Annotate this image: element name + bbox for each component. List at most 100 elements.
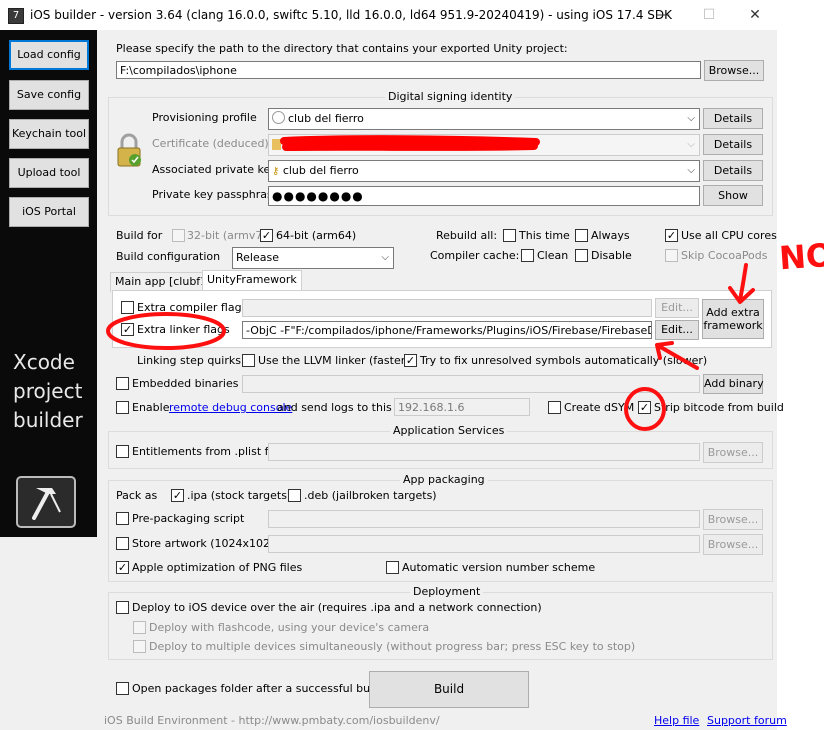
arch32-label: 32-bit (armv7): [187, 229, 267, 242]
certificate-label: Certificate (deduced): [152, 137, 269, 150]
signing-title: Digital signing identity: [385, 90, 516, 104]
brand-text: Xcode project builder: [13, 348, 83, 435]
project-path-input[interactable]: F:\compilados\iphone: [116, 61, 701, 79]
build-for-label: Build for: [116, 229, 163, 242]
debug-ip-input[interactable]: 192.168.1.6: [394, 398, 530, 416]
private-key-label: Associated private key: [152, 163, 277, 176]
entitlements-browse-button[interactable]: Browse...: [703, 442, 763, 463]
provisioning-label: Provisioning profile: [152, 111, 257, 124]
png-optimization-checkbox[interactable]: ✓: [116, 561, 129, 574]
entitlements-input[interactable]: [268, 443, 700, 461]
tab-main-app[interactable]: Main app [clubf1]: [110, 272, 217, 292]
save-config-button[interactable]: Save config: [9, 80, 89, 110]
build-configuration-value: Release: [236, 251, 279, 264]
skip-cocoapods-checkbox[interactable]: [665, 249, 678, 262]
certificate-select[interactable]: ⌵: [268, 134, 700, 156]
private-key-select[interactable]: ⚷ club del fierro ⌵: [268, 160, 700, 182]
auto-version-checkbox[interactable]: [386, 561, 399, 574]
remote-debug-console-link[interactable]: remote debug console: [169, 401, 292, 414]
chevron-down-icon: ⌵: [687, 139, 695, 150]
certificate-icon: [272, 139, 281, 150]
compiler-flags-edit-button[interactable]: Edit...: [655, 298, 699, 318]
extra-compiler-flags-label: Extra compiler flags: [137, 301, 248, 314]
passphrase-input[interactable]: ●●●●●●●●: [268, 186, 700, 206]
llvm-linker-checkbox[interactable]: [242, 354, 255, 367]
deb-checkbox[interactable]: [288, 489, 301, 502]
clean-checkbox[interactable]: [521, 249, 534, 262]
always-checkbox[interactable]: [575, 229, 588, 242]
extra-compiler-flags-input[interactable]: [242, 299, 652, 317]
support-forum-link[interactable]: Support forum: [707, 714, 787, 727]
embedded-binaries-input[interactable]: [242, 375, 700, 393]
entitlements-checkbox[interactable]: [116, 445, 129, 458]
extra-linker-flags-checkbox[interactable]: ✓: [121, 323, 134, 336]
create-dsym-label: Create dSYM: [564, 401, 635, 414]
store-artwork-checkbox[interactable]: [116, 537, 129, 550]
arch32-checkbox[interactable]: [172, 229, 185, 242]
flashcode-label: Deploy with flashcode, using your device…: [149, 621, 430, 634]
add-extra-framework-button[interactable]: Add extra framework: [702, 299, 764, 339]
load-config-button[interactable]: Load config: [9, 40, 89, 70]
strip-bitcode-checkbox[interactable]: ✓: [638, 401, 651, 414]
flashcode-checkbox[interactable]: [133, 621, 146, 634]
passphrase-label: Private key passphrase: [152, 188, 280, 201]
build-configuration-select[interactable]: Release ⌵: [232, 247, 394, 269]
store-artwork-label: Store artwork (1024x1024): [132, 537, 282, 550]
build-button[interactable]: Build: [369, 671, 529, 708]
this-time-label: This time: [519, 229, 570, 242]
deploy-ota-label: Deploy to iOS device over the air (requi…: [132, 601, 542, 614]
multiple-devices-checkbox[interactable]: [133, 640, 146, 653]
strip-bitcode-label: Strip bitcode from build: [654, 401, 784, 414]
app-services-title: Application Services: [390, 424, 508, 438]
main-window: 7 iOS builder - version 3.64 (clang 16.0…: [0, 0, 787, 730]
embedded-binaries-checkbox[interactable]: [116, 377, 129, 390]
store-artwork-browse-button[interactable]: Browse...: [703, 534, 763, 555]
extra-compiler-flags-checkbox[interactable]: [121, 301, 134, 314]
close-button[interactable]: ✕: [740, 4, 770, 26]
ipa-checkbox[interactable]: ✓: [171, 489, 184, 502]
this-time-checkbox[interactable]: [503, 229, 516, 242]
chevron-down-icon: ⌵: [381, 252, 389, 263]
extra-linker-flags-input[interactable]: -ObjC -F"F:/compilados/iphone/Frameworks…: [242, 321, 652, 339]
arch64-checkbox[interactable]: ✓: [260, 229, 273, 242]
ios-portal-button[interactable]: iOS Portal: [9, 197, 89, 227]
private-key-details-button[interactable]: Details: [703, 160, 763, 181]
upload-tool-button[interactable]: Upload tool: [9, 158, 89, 188]
pre-packaging-checkbox[interactable]: [116, 512, 129, 525]
deploy-ota-checkbox[interactable]: [116, 601, 129, 614]
chevron-down-icon: ⌵: [687, 165, 695, 176]
help-file-link[interactable]: Help file: [654, 714, 699, 727]
add-binary-button[interactable]: Add binary: [703, 374, 764, 394]
entitlements-label: Entitlements from .plist file: [132, 445, 282, 458]
auto-version-label: Automatic version number scheme: [402, 561, 596, 574]
use-all-cores-checkbox[interactable]: ✓: [665, 229, 678, 242]
open-folder-checkbox[interactable]: [116, 682, 129, 695]
linker-flags-edit-button[interactable]: Edit...: [655, 320, 699, 340]
minimize-button[interactable]: —: [648, 4, 678, 26]
use-all-cores-label: Use all CPU cores: [681, 229, 777, 242]
store-artwork-input[interactable]: [268, 535, 700, 553]
keychain-tool-button[interactable]: Keychain tool: [9, 119, 89, 149]
window-title: iOS builder - version 3.64 (clang 16.0.0…: [30, 8, 673, 22]
provisioning-select[interactable]: club del fierro ⌵: [268, 108, 700, 130]
certificate-details-button[interactable]: Details: [703, 134, 763, 155]
provisioning-details-button[interactable]: Details: [703, 108, 763, 129]
project-browse-button[interactable]: Browse...: [704, 60, 764, 81]
maximize-button[interactable]: ☐: [694, 4, 724, 26]
always-label: Always: [591, 229, 630, 242]
project-prompt: Please specify the path to the directory…: [116, 42, 568, 55]
multiple-devices-label: Deploy to multiple devices simultaneousl…: [149, 640, 636, 653]
remote-debug-checkbox[interactable]: [116, 401, 129, 414]
extra-linker-flags-label: Extra linker flags: [137, 323, 230, 336]
ipa-label: .ipa (stock targets): [187, 489, 292, 502]
create-dsym-checkbox[interactable]: [548, 401, 561, 414]
environment-footer: iOS Build Environment - http://www.pmbat…: [104, 714, 440, 727]
pre-packaging-input[interactable]: [268, 510, 700, 528]
fix-unresolved-checkbox[interactable]: ✓: [404, 354, 417, 367]
sidebar: Load config Save config Keychain tool Up…: [0, 30, 97, 537]
disable-checkbox[interactable]: [575, 249, 588, 262]
tab-unity-framework[interactable]: UnityFramework: [202, 270, 302, 292]
pre-packaging-browse-button[interactable]: Browse...: [703, 509, 763, 530]
enable-label: Enable: [132, 401, 170, 414]
show-passphrase-button[interactable]: Show: [703, 185, 763, 206]
